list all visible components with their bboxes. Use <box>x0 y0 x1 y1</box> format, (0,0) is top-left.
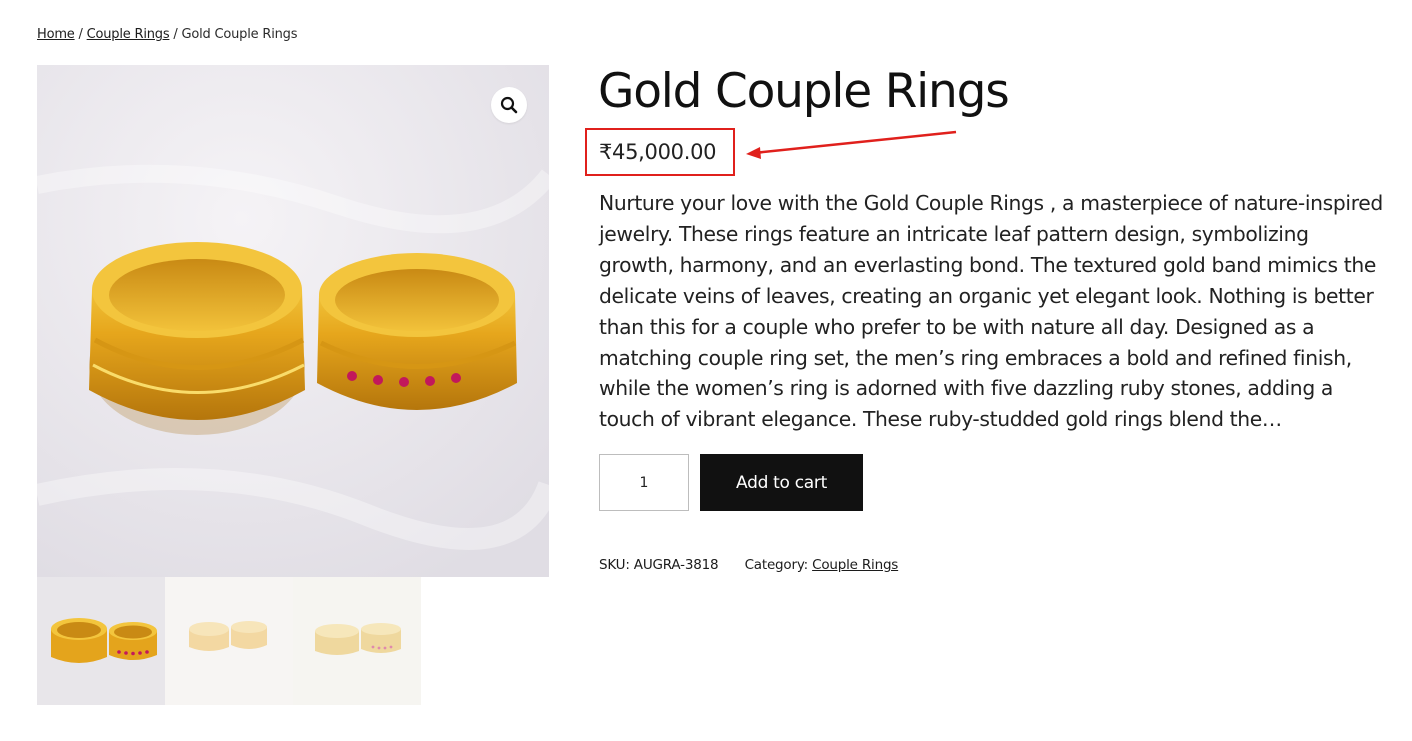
add-to-cart-button[interactable]: Add to cart <box>700 454 863 511</box>
thumbnail-image <box>293 577 421 705</box>
quantity-input[interactable] <box>599 454 689 511</box>
search-icon <box>500 96 518 114</box>
breadcrumb-category-link[interactable]: Couple Rings <box>87 27 170 42</box>
thumbnail-image <box>165 577 293 705</box>
product-description: Nurture your love with the Gold Couple R… <box>599 191 1383 432</box>
zoom-button[interactable] <box>491 87 527 123</box>
thumbnail-image <box>37 577 165 705</box>
product-price: ₹45,000.00 <box>599 140 717 164</box>
product-main-image[interactable] <box>37 65 549 577</box>
thumbnail-2[interactable] <box>165 577 293 705</box>
sku-value: AUGRA-3818 <box>633 557 719 573</box>
breadcrumb: Home / Couple Rings / Gold Couple Rings <box>37 27 297 42</box>
category-label: Category: <box>744 557 809 573</box>
category-link[interactable]: Couple Rings <box>812 557 898 573</box>
thumbnail-3[interactable] <box>293 577 421 705</box>
sku-label: SKU: <box>599 557 630 573</box>
breadcrumb-separator: / <box>74 27 87 42</box>
thumbnail-strip <box>37 577 421 705</box>
product-meta: SKU: AUGRA-3818 Category: Couple Rings <box>599 557 898 573</box>
product-title: Gold Couple Rings <box>598 64 1010 119</box>
annotation-arrow-icon <box>746 130 957 159</box>
rings-photo <box>37 65 549 577</box>
breadcrumb-separator: / <box>169 27 182 42</box>
breadcrumb-current: Gold Couple Rings <box>181 27 298 42</box>
breadcrumb-home-link[interactable]: Home <box>37 27 75 42</box>
thumbnail-1[interactable] <box>37 577 165 705</box>
